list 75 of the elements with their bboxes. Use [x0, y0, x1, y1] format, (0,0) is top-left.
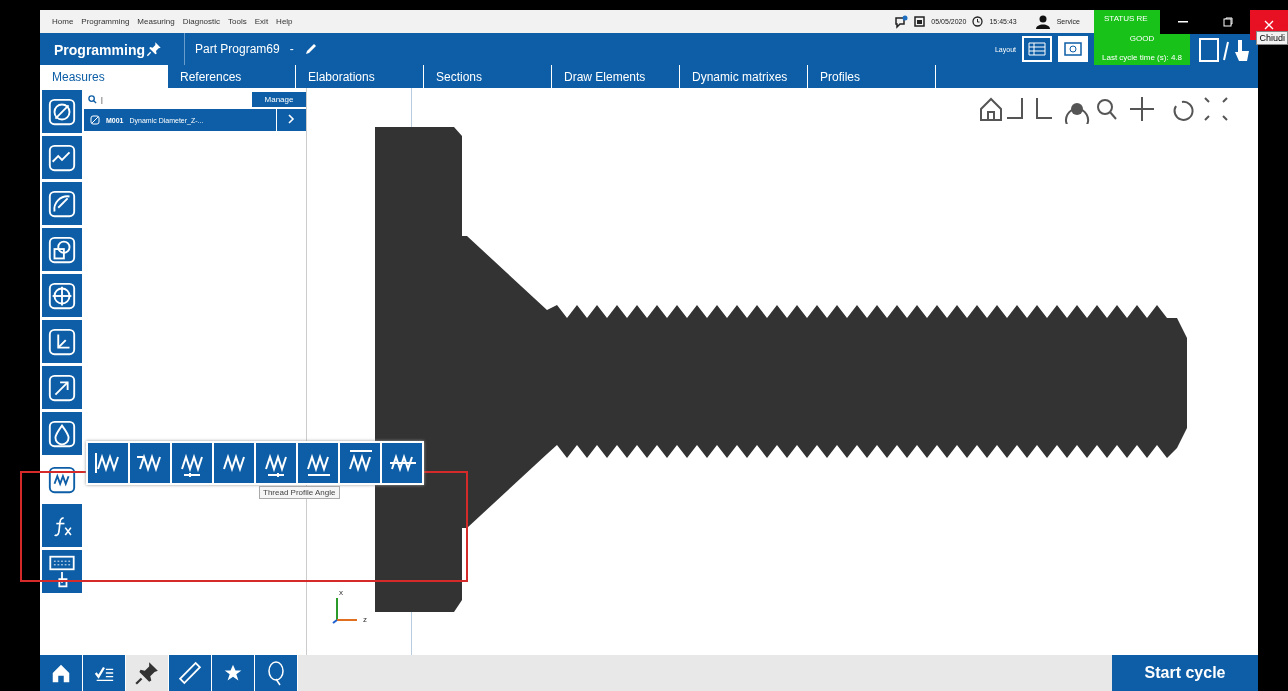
- chevron-right-icon: [288, 114, 295, 124]
- nav-button[interactable]: [40, 655, 83, 691]
- measure-tool-button[interactable]: [42, 504, 82, 547]
- separator-text: -: [289, 42, 294, 56]
- camera-icon: [1064, 42, 1082, 56]
- menu-item[interactable]: Exit: [254, 17, 269, 26]
- axis-label: z: [363, 615, 367, 624]
- clock-icon: [972, 16, 984, 27]
- thread-tool-button[interactable]: [340, 443, 380, 483]
- measure-tool-button[interactable]: [42, 90, 82, 133]
- program-name: Part Program69: [195, 42, 280, 56]
- measure-tool-button[interactable]: [42, 320, 82, 363]
- diameter-measure-icon: [47, 96, 77, 127]
- nav-button[interactable]: [255, 655, 298, 691]
- list-layout-button[interactable]: [1022, 36, 1052, 62]
- cycle-time-text: Last cycle time (s): 4.8: [1102, 53, 1182, 62]
- section-title: Programming: [53, 41, 146, 60]
- measure-tool-button[interactable]: [42, 274, 82, 317]
- close-icon: [1264, 20, 1274, 30]
- menu-item[interactable]: Measuring: [137, 17, 175, 26]
- thread-tool-button[interactable]: [130, 443, 170, 483]
- menu-item[interactable]: Home: [52, 17, 74, 26]
- pin-icon: [146, 41, 162, 57]
- measure-tool-button[interactable]: [42, 182, 82, 225]
- minimize-icon: [1177, 21, 1188, 23]
- status-title: STATUS RE: [1103, 14, 1148, 23]
- pin-icon: [134, 660, 160, 686]
- profile-measure-icon: [47, 142, 77, 173]
- shapes-measure-icon: [47, 234, 77, 265]
- search-icon: [88, 94, 97, 104]
- menu-item[interactable]: Diagnostic: [182, 17, 221, 26]
- thread-tool-button[interactable]: [214, 443, 254, 483]
- tab[interactable]: Measures: [40, 65, 168, 88]
- star-icon: [223, 663, 243, 683]
- axis-label: x: [339, 588, 343, 597]
- menu-item[interactable]: Programming: [81, 17, 130, 26]
- manage-button[interactable]: Manage: [252, 91, 306, 107]
- nav-button[interactable]: [83, 655, 126, 691]
- arc-measure-icon: [47, 188, 77, 219]
- measure-tool-button[interactable]: [42, 550, 82, 593]
- table-icon: [1028, 42, 1046, 56]
- tooltip: Thread Profile Angle: [259, 486, 340, 499]
- menu-item[interactable]: Tools: [228, 17, 247, 26]
- calendar-icon: [914, 16, 926, 27]
- restore-icon: [1222, 17, 1233, 27]
- tooltip: Chiudi: [1256, 31, 1288, 45]
- nav-button[interactable]: [169, 655, 212, 691]
- menu-item[interactable]: Help: [276, 17, 293, 26]
- q-letter-icon: [266, 660, 286, 686]
- user-icon: [1034, 14, 1051, 29]
- thread-tool-button[interactable]: [172, 443, 212, 483]
- status-result: GOOD: [1129, 33, 1155, 43]
- thread-tool-button[interactable]: [256, 443, 296, 483]
- pencil-icon[interactable]: [303, 42, 318, 56]
- keyboard-touch-icon: [47, 553, 77, 590]
- center-measure-icon: [47, 280, 77, 311]
- home-icon: [50, 662, 72, 684]
- measure-tool-button[interactable]: [42, 366, 82, 409]
- thread-tool-button[interactable]: [88, 443, 128, 483]
- diameter-icon: [90, 115, 100, 125]
- measure-tool-button[interactable]: [42, 228, 82, 271]
- thread-measure-icon: [47, 464, 77, 495]
- thread-tool-button[interactable]: [382, 443, 422, 483]
- camera-layout-button[interactable]: [1058, 36, 1088, 62]
- measure-tool-button[interactable]: [42, 136, 82, 179]
- vector-measure-icon: [47, 372, 77, 403]
- measure-tool-button[interactable]: [42, 412, 82, 455]
- tablet-hand-icon[interactable]: [1196, 36, 1252, 62]
- ruler-icon: [178, 661, 202, 685]
- drop-measure-icon: [47, 418, 77, 449]
- thread-tool-button[interactable]: [298, 443, 338, 483]
- nav-button[interactable]: [212, 655, 255, 691]
- notification-icon: [894, 14, 909, 29]
- start-cycle-button[interactable]: Start cycle: [1112, 655, 1258, 691]
- axes-measure-icon: [47, 326, 77, 357]
